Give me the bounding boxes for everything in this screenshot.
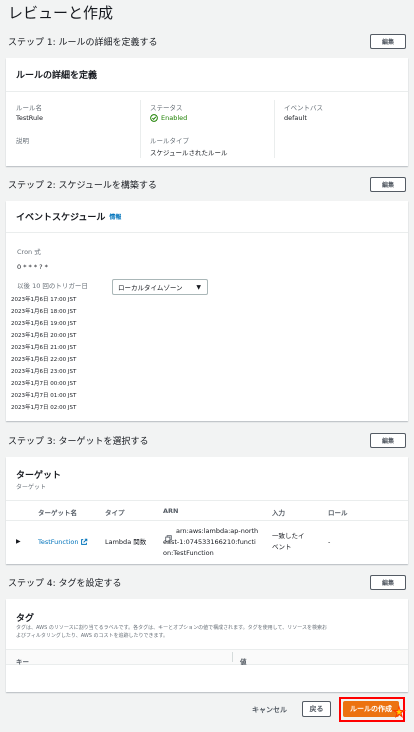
trigger-date: 2023年1月6日 19:00 JST [11,321,77,327]
cancel-button[interactable]: キャンセル [252,705,287,715]
targets-title: ターゲット [16,471,62,481]
rule-type-label: ルールタイプ [150,137,189,145]
col-type: タイプ [105,509,125,517]
rule-details-header: ルールの詳細を定義 [6,58,408,92]
tags-col-key: キー [16,658,29,666]
step4-edit-button[interactable]: 編集 [370,575,406,590]
target-name-link[interactable]: TestFunction [38,537,78,547]
step3-edit-button[interactable]: 編集 [370,433,406,448]
page-title: レビューと作成 [8,4,114,22]
cursor-burst-icon [392,705,406,718]
tags-panel: タグ タグは、AWS のリソースに割り当てるラベルです。各タグは、キーとオプショ… [6,599,408,692]
rule-type-value: スケジュールされたルール [150,149,228,157]
step1-title: ステップ 1: ルールの詳細を定義する [8,38,158,48]
next-triggers-label: 以後 10 回のトリガー日 [17,282,88,290]
target-type-cell: Lambda 関数 [105,538,147,546]
timezone-select-value: ローカルタイムゾーン [118,284,183,292]
input-line-1: 一致したイ [272,532,305,540]
step3-title: ステップ 3: ターゲットを選択する [8,437,149,447]
step2-title: ステップ 2: スケジュールを構築する [8,181,157,191]
step2-edit-button[interactable]: 編集 [370,177,406,192]
tags-description-1: タグは、AWS のリソースに割り当てるラベルです。各タグは、キーとオプションの値… [16,625,327,631]
event-schedule-title: イベントスケジュール [16,213,106,223]
trigger-date: 2023年1月6日 23:00 JST [11,369,77,375]
divider [6,520,408,521]
col-role: ロール [328,509,348,517]
tags-col-value: 値 [240,658,247,666]
description-label: 説明 [16,137,29,145]
col-arn: ARN [163,507,179,515]
arn-line-3: on:TestFunction [163,549,214,557]
timezone-select[interactable]: ローカルタイムゾーン ▼ [112,279,208,295]
trigger-date: 2023年1月7日 02:00 JST [11,405,77,411]
status-label: ステータス [150,104,183,112]
targets-subtitle: ターゲット [16,484,47,491]
event-schedule-header: イベントスケジュール 情報 [6,201,408,233]
cron-label: Cron 式 [17,248,41,256]
status-value: Enabled [150,114,187,122]
caret-down-icon: ▼ [196,284,201,291]
divider [6,500,408,501]
input-line-2: ベント [272,543,292,551]
rule-details-panel: ルールの詳細を定義 ルール名 TestRule 説明 ステータス Enabled… [6,58,408,166]
trigger-date: 2023年1月6日 18:00 JST [11,309,77,315]
col-input: 入力 [272,509,285,517]
status-text: Enabled [161,114,188,122]
check-circle-icon [150,114,158,122]
trigger-date: 2023年1月7日 01:00 JST [11,393,77,399]
copy-icon[interactable] [165,527,172,542]
trigger-date: 2023年1月7日 00:00 JST [11,381,77,387]
info-link[interactable]: 情報 [109,212,121,221]
rule-name-label: ルール名 [16,104,42,112]
external-link-icon [81,538,88,545]
cron-value: 0 * * * ? * [17,263,48,271]
back-button[interactable]: 戻る [302,701,331,717]
trigger-date: 2023年1月6日 17:00 JST [11,297,77,303]
col-target-name: ターゲット名 [38,509,77,517]
divider [274,100,275,158]
role-cell: - [328,538,331,546]
event-bus-label: イベントバス [284,104,323,112]
trigger-date: 2023年1月6日 22:00 JST [11,357,77,363]
trigger-date: 2023年1月6日 21:00 JST [11,345,77,351]
step1-edit-button[interactable]: 編集 [370,34,406,49]
trigger-date: 2023年1月6日 20:00 JST [11,333,77,339]
step4-title: ステップ 4: タグを設定する [8,579,122,589]
arn-line-2: east-1:074533166210:functi [163,538,256,546]
divider [232,652,233,662]
event-bus-value: default [284,114,307,122]
target-name-cell[interactable]: TestFunction [38,537,88,547]
expand-caret-icon[interactable]: ▶ [16,538,21,545]
tags-description-2: よびフィルタリングしたり、AWS のコストを追跡したりできます。 [16,633,169,639]
tags-title: タグ [16,614,35,624]
arn-line-1: arn:aws:lambda:ap-north [176,527,259,535]
divider [140,100,141,158]
rule-name-value: TestRule [16,114,43,122]
tags-table-header [6,649,408,665]
